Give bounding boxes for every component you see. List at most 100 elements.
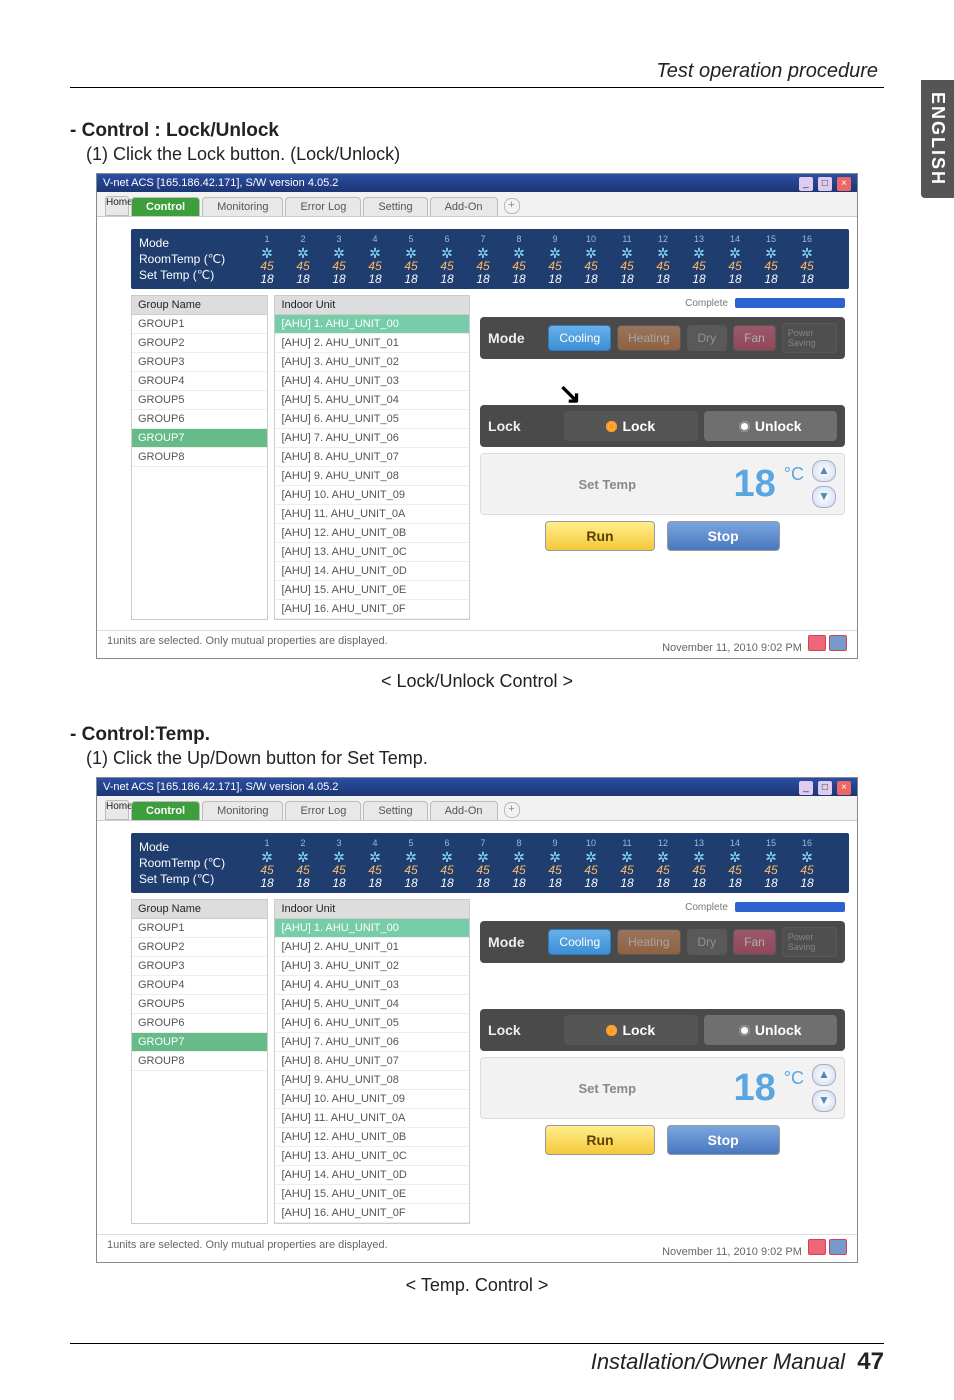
tab-control[interactable]: Control <box>131 801 200 820</box>
group-item[interactable]: GROUP6 <box>132 410 267 429</box>
group-item[interactable]: GROUP4 <box>132 976 267 995</box>
unit-status-col: 10✲4518 <box>573 837 609 890</box>
indoor-unit-item[interactable]: [AHU] 12. AHU_UNIT_0B <box>275 524 469 543</box>
unlock-button[interactable]: Unlock <box>704 411 837 441</box>
settemp-unit: °C <box>784 464 804 485</box>
indoor-unit-item[interactable]: [AHU] 3. AHU_UNIT_02 <box>275 353 469 372</box>
indoor-unit-item[interactable]: [AHU] 8. AHU_UNIT_07 <box>275 1052 469 1071</box>
indoor-unit-item[interactable]: [AHU] 11. AHU_UNIT_0A <box>275 505 469 524</box>
lock-button[interactable]: Lock <box>564 411 697 441</box>
maximize-icon[interactable]: □ <box>818 177 832 191</box>
mode-dry-button[interactable]: Dry <box>687 325 728 351</box>
indoor-unit-item[interactable]: [AHU] 15. AHU_UNIT_0E <box>275 1185 469 1204</box>
group-item[interactable]: GROUP8 <box>132 448 267 467</box>
unlock-button[interactable]: Unlock <box>704 1015 837 1045</box>
indoor-unit-item[interactable]: [AHU] 16. AHU_UNIT_0F <box>275 1204 469 1223</box>
minimize-icon[interactable]: _ <box>799 177 813 191</box>
group-header: Group Name <box>132 296 267 315</box>
mode-fan-button[interactable]: Fan <box>733 929 776 955</box>
indoor-unit-item[interactable]: [AHU] 16. AHU_UNIT_0F <box>275 600 469 619</box>
group-item[interactable]: GROUP7 <box>132 429 267 448</box>
indoor-unit-item[interactable]: [AHU] 11. AHU_UNIT_0A <box>275 1109 469 1128</box>
indoor-unit-item[interactable]: [AHU] 10. AHU_UNIT_09 <box>275 1090 469 1109</box>
indoor-unit-item[interactable]: [AHU] 4. AHU_UNIT_03 <box>275 372 469 391</box>
indoor-unit-item[interactable]: [AHU] 15. AHU_UNIT_0E <box>275 581 469 600</box>
tab-setting[interactable]: Setting <box>363 197 427 216</box>
run-button[interactable]: Run <box>545 1125 654 1155</box>
mode-cooling-button[interactable]: Cooling <box>548 325 611 351</box>
mode-heating-button[interactable]: Heating <box>617 929 680 955</box>
minimize-icon[interactable]: _ <box>799 781 813 795</box>
indoor-unit-item[interactable]: [AHU] 8. AHU_UNIT_07 <box>275 448 469 467</box>
mode-dry-button[interactable]: Dry <box>687 929 728 955</box>
tab-addon[interactable]: Add-On <box>430 801 498 820</box>
lock-button[interactable]: Lock <box>564 1015 697 1045</box>
tab-addon[interactable]: Add-On <box>430 197 498 216</box>
group-item[interactable]: GROUP4 <box>132 372 267 391</box>
indoor-unit-item[interactable]: [AHU] 5. AHU_UNIT_04 <box>275 391 469 410</box>
indoor-unit-item[interactable]: [AHU] 1. AHU_UNIT_00 <box>275 919 469 938</box>
group-item[interactable]: GROUP5 <box>132 995 267 1014</box>
indoor-unit-item[interactable]: [AHU] 13. AHU_UNIT_0C <box>275 543 469 562</box>
group-header: Group Name <box>132 900 267 919</box>
lock-row-label: Lock <box>488 418 558 434</box>
indoor-unit-item[interactable]: [AHU] 9. AHU_UNIT_08 <box>275 1071 469 1090</box>
group-item[interactable]: GROUP1 <box>132 919 267 938</box>
tab-monitoring[interactable]: Monitoring <box>202 801 283 820</box>
stop-button[interactable]: Stop <box>667 1125 780 1155</box>
tab-monitoring[interactable]: Monitoring <box>202 197 283 216</box>
mode-powersaving-button[interactable]: Power Saving <box>782 323 837 353</box>
status-settemp-label: Set Temp (℃) <box>139 871 249 887</box>
mode-row: Mode Cooling Heating Dry Fan Power Savin… <box>480 317 845 359</box>
close-icon[interactable]: × <box>837 177 851 191</box>
group-items-b: GROUP1GROUP2GROUP3GROUP4GROUP5GROUP6GROU… <box>132 919 267 1071</box>
indoor-unit-item[interactable]: [AHU] 14. AHU_UNIT_0D <box>275 1166 469 1185</box>
tab-errorlog[interactable]: Error Log <box>285 801 361 820</box>
group-item[interactable]: GROUP2 <box>132 334 267 353</box>
indoor-unit-item[interactable]: [AHU] 4. AHU_UNIT_03 <box>275 976 469 995</box>
tab-errorlog[interactable]: Error Log <box>285 197 361 216</box>
indoor-unit-item[interactable]: [AHU] 9. AHU_UNIT_08 <box>275 467 469 486</box>
mode-powersaving-button[interactable]: Power Saving <box>782 927 837 957</box>
stop-button[interactable]: Stop <box>667 521 780 551</box>
add-tab-button[interactable]: + <box>504 802 520 818</box>
indoor-unit-item[interactable]: [AHU] 10. AHU_UNIT_09 <box>275 486 469 505</box>
indoor-unit-item[interactable]: [AHU] 3. AHU_UNIT_02 <box>275 957 469 976</box>
mode-heating-button[interactable]: Heating <box>617 325 680 351</box>
tab-setting[interactable]: Setting <box>363 801 427 820</box>
indoor-unit-item[interactable]: [AHU] 5. AHU_UNIT_04 <box>275 995 469 1014</box>
group-item[interactable]: GROUP3 <box>132 353 267 372</box>
group-item[interactable]: GROUP2 <box>132 938 267 957</box>
group-item[interactable]: GROUP7 <box>132 1033 267 1052</box>
tab-control[interactable]: Control <box>131 197 200 216</box>
run-button[interactable]: Run <box>545 521 654 551</box>
indoor-unit-item[interactable]: [AHU] 1. AHU_UNIT_00 <box>275 315 469 334</box>
mode-cooling-button[interactable]: Cooling <box>548 929 611 955</box>
unit-items-b: [AHU] 1. AHU_UNIT_00[AHU] 2. AHU_UNIT_01… <box>275 919 469 1223</box>
indoor-unit-item[interactable]: [AHU] 6. AHU_UNIT_05 <box>275 1014 469 1033</box>
indoor-unit-item[interactable]: [AHU] 12. AHU_UNIT_0B <box>275 1128 469 1147</box>
settemp-down-button[interactable]: ▼ <box>812 1090 836 1112</box>
add-tab-button[interactable]: + <box>504 198 520 214</box>
mode-fan-button[interactable]: Fan <box>733 325 776 351</box>
indoor-unit-item[interactable]: [AHU] 7. AHU_UNIT_06 <box>275 429 469 448</box>
indoor-unit-item[interactable]: [AHU] 7. AHU_UNIT_06 <box>275 1033 469 1052</box>
settemp-down-button[interactable]: ▼ <box>812 486 836 508</box>
group-item[interactable]: GROUP5 <box>132 391 267 410</box>
indoor-unit-item[interactable]: [AHU] 14. AHU_UNIT_0D <box>275 562 469 581</box>
group-item[interactable]: GROUP8 <box>132 1052 267 1071</box>
indoor-unit-item[interactable]: [AHU] 6. AHU_UNIT_05 <box>275 410 469 429</box>
home-tab[interactable]: Home <box>105 196 129 216</box>
indoor-unit-item[interactable]: [AHU] 13. AHU_UNIT_0C <box>275 1147 469 1166</box>
group-item[interactable]: GROUP1 <box>132 315 267 334</box>
indoor-unit-item[interactable]: [AHU] 2. AHU_UNIT_01 <box>275 334 469 353</box>
home-tab[interactable]: Home <box>105 800 129 820</box>
indoor-unit-item[interactable]: [AHU] 2. AHU_UNIT_01 <box>275 938 469 957</box>
unit-status-col: 4✲4518 <box>357 233 393 286</box>
maximize-icon[interactable]: □ <box>818 781 832 795</box>
group-item[interactable]: GROUP6 <box>132 1014 267 1033</box>
settemp-up-button[interactable]: ▲ <box>812 1064 836 1086</box>
group-item[interactable]: GROUP3 <box>132 957 267 976</box>
close-icon[interactable]: × <box>837 781 851 795</box>
settemp-up-button[interactable]: ▲ <box>812 460 836 482</box>
